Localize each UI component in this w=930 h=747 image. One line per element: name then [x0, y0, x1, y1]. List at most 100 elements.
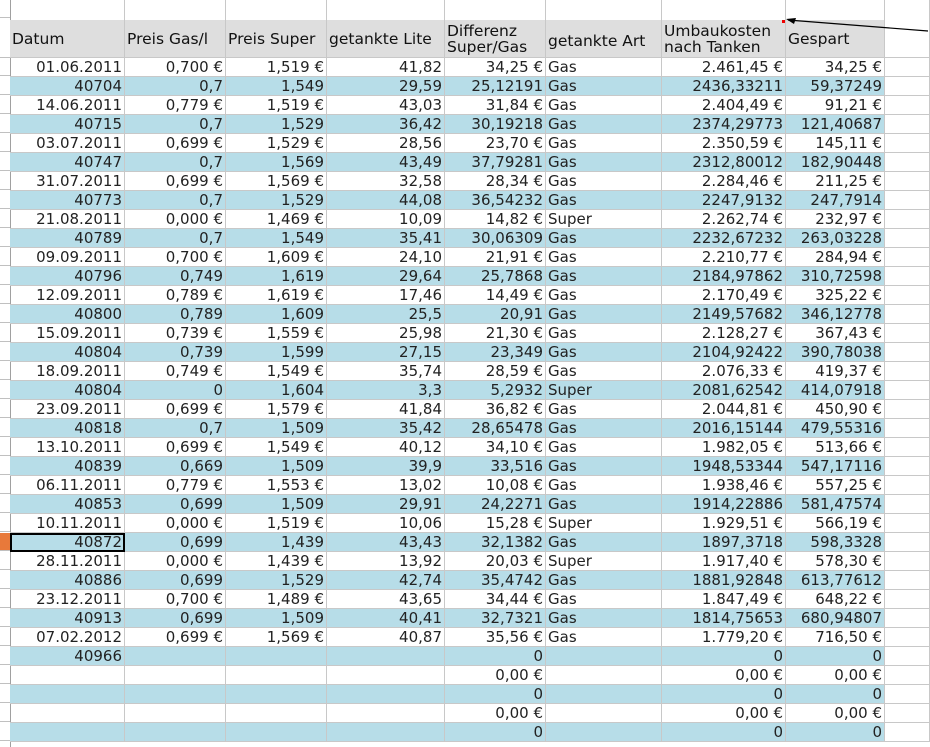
- table-cell[interactable]: 29,59: [327, 77, 445, 96]
- table-cell[interactable]: 43,03: [327, 96, 445, 115]
- table-cell[interactable]: Super: [546, 381, 662, 400]
- table-cell[interactable]: Gas: [546, 324, 662, 343]
- table-row[interactable]: 13.10.2011 0,699 €1,549 €40,12 34,10 € Gas 1…: [10, 438, 930, 457]
- table-cell[interactable]: Gas: [546, 153, 662, 172]
- table-cell[interactable]: 34,25 €: [786, 58, 885, 77]
- table-cell[interactable]: 23,70 €: [445, 134, 546, 153]
- table-row[interactable]: 28.11.2011 0,000 €1,439 €13,92 20,03 € Supe…: [10, 552, 930, 571]
- row-header[interactable]: [0, 58, 10, 76]
- table-cell[interactable]: 15.09.2011: [10, 324, 125, 343]
- table-cell[interactable]: 06.11.2011: [10, 476, 125, 495]
- table-cell[interactable]: 0,699 €: [125, 400, 226, 419]
- table-cell[interactable]: 1,549 €: [226, 438, 327, 457]
- table-cell[interactable]: 0: [786, 647, 885, 666]
- table-cell[interactable]: [885, 362, 930, 381]
- row-header[interactable]: [0, 704, 10, 722]
- table-cell[interactable]: [885, 609, 930, 628]
- table-cell[interactable]: Super: [546, 210, 662, 229]
- table-cell[interactable]: 1,519 €: [226, 514, 327, 533]
- table-cell[interactable]: 2436,33211: [662, 77, 786, 96]
- table-cell[interactable]: 23.09.2011: [10, 400, 125, 419]
- table-cell[interactable]: 2.461,45 €: [662, 58, 786, 77]
- table-cell[interactable]: [885, 438, 930, 457]
- table-cell[interactable]: [885, 704, 930, 723]
- table-cell[interactable]: [885, 153, 930, 172]
- row-header[interactable]: [0, 305, 10, 323]
- table-cell[interactable]: 1,519 €: [226, 58, 327, 77]
- table-cell[interactable]: 0,00 €: [445, 666, 546, 685]
- table-cell[interactable]: 1897,3718: [662, 533, 786, 552]
- row-header[interactable]: [0, 609, 10, 627]
- row-header[interactable]: [0, 229, 10, 247]
- table-cell[interactable]: [885, 552, 930, 571]
- table-row[interactable]: 10.11.2011 0,000 €1,519 €10,06 15,28 € Supe…: [10, 514, 930, 533]
- table-cell[interactable]: 40,41: [327, 609, 445, 628]
- table-cell[interactable]: 0,699: [125, 571, 226, 590]
- table-cell[interactable]: [885, 58, 930, 77]
- table-cell[interactable]: 10.11.2011: [10, 514, 125, 533]
- table-cell[interactable]: 14,82 €: [445, 210, 546, 229]
- table-cell[interactable]: [327, 666, 445, 685]
- table-cell[interactable]: [885, 115, 930, 134]
- table-cell[interactable]: 1,439 €: [226, 552, 327, 571]
- table-cell[interactable]: 390,78038: [786, 343, 885, 362]
- table-cell[interactable]: 1.917,40 €: [662, 552, 786, 571]
- table-cell[interactable]: 2.350,59 €: [662, 134, 786, 153]
- table-cell[interactable]: 28,34 €: [445, 172, 546, 191]
- table-cell[interactable]: 0,7: [125, 77, 226, 96]
- row-header[interactable]: [0, 666, 10, 684]
- table-row[interactable]: 12.09.2011 0,789 €1,619 €17,46 14,49 € Gas 2…: [10, 286, 930, 305]
- table-cell[interactable]: 10,06: [327, 514, 445, 533]
- table-cell[interactable]: 29,64: [327, 267, 445, 286]
- table-cell[interactable]: 35,74: [327, 362, 445, 381]
- table-cell[interactable]: [885, 286, 930, 305]
- table-cell[interactable]: 2104,92422: [662, 343, 786, 362]
- table-cell[interactable]: [885, 571, 930, 590]
- table-cell[interactable]: [885, 495, 930, 514]
- row-header[interactable]: [0, 286, 10, 304]
- table-cell[interactable]: [10, 723, 125, 742]
- table-cell[interactable]: [327, 704, 445, 723]
- table-cell[interactable]: 0,749: [125, 267, 226, 286]
- table-cell[interactable]: 1,569 €: [226, 172, 327, 191]
- table-cell[interactable]: 1.938,46 €: [662, 476, 786, 495]
- table-cell[interactable]: 30,19218: [445, 115, 546, 134]
- table-cell[interactable]: 1,529: [226, 571, 327, 590]
- table-cell[interactable]: [327, 723, 445, 742]
- table-cell[interactable]: 2247,9132: [662, 191, 786, 210]
- table-cell[interactable]: 613,77612: [786, 571, 885, 590]
- table-cell[interactable]: [10, 704, 125, 723]
- table-cell[interactable]: 40839: [10, 457, 125, 476]
- table-cell[interactable]: 59,37249: [786, 77, 885, 96]
- table-row[interactable]: 0,00 €0,00 €0,00 €: [10, 666, 930, 685]
- table-cell[interactable]: 40,12: [327, 438, 445, 457]
- table-cell[interactable]: Gas: [546, 362, 662, 381]
- table-cell[interactable]: 1814,75653: [662, 609, 786, 628]
- table-cell[interactable]: 1,489 €: [226, 590, 327, 609]
- table-cell[interactable]: 28,59 €: [445, 362, 546, 381]
- table-cell[interactable]: 0: [662, 647, 786, 666]
- table-cell[interactable]: 0: [786, 685, 885, 704]
- table-cell[interactable]: 0,7: [125, 191, 226, 210]
- table-cell[interactable]: Gas: [546, 476, 662, 495]
- row-header[interactable]: [0, 590, 10, 608]
- table-cell[interactable]: 37,79281: [445, 153, 546, 172]
- table-cell[interactable]: [885, 381, 930, 400]
- table-cell[interactable]: 0,700 €: [125, 590, 226, 609]
- header-getankte-liter[interactable]: getankte Lite: [327, 20, 445, 58]
- table-cell[interactable]: [327, 685, 445, 704]
- table-cell[interactable]: 0,00 €: [662, 704, 786, 723]
- table-row[interactable]: 40796 0,749 1,619 29,64 25,7868 Gas 2184,97862…: [10, 267, 930, 286]
- table-cell[interactable]: 0,000 €: [125, 514, 226, 533]
- cell[interactable]: [327, 0, 445, 20]
- table-cell[interactable]: 1.847,49 €: [662, 590, 786, 609]
- table-cell[interactable]: 2.044,81 €: [662, 400, 786, 419]
- table-cell[interactable]: 14,49 €: [445, 286, 546, 305]
- table-cell[interactable]: 40804: [10, 381, 125, 400]
- table-cell[interactable]: 13.10.2011: [10, 438, 125, 457]
- table-row[interactable]: 40966 0 0 0: [10, 647, 930, 666]
- table-cell[interactable]: 0,00 €: [786, 704, 885, 723]
- table-cell[interactable]: 40886: [10, 571, 125, 590]
- table-cell[interactable]: 0,000 €: [125, 552, 226, 571]
- table-cell[interactable]: 34,44 €: [445, 590, 546, 609]
